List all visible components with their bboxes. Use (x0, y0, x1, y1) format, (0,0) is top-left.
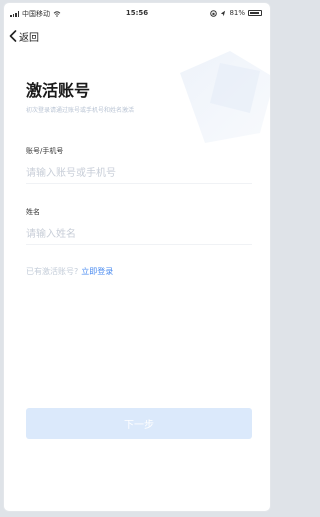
battery-icon (248, 10, 262, 16)
page-title: 激活账号 (26, 81, 91, 100)
status-right: 81% (210, 9, 262, 17)
activated-row: 已有激活账号? 立即登录 (26, 266, 113, 277)
name-input[interactable] (26, 225, 252, 245)
name-label: 姓名 (26, 208, 40, 216)
location-icon (221, 10, 226, 16)
activated-prompt: 已有激活账号? (26, 267, 79, 276)
status-bar: 中国移动 15:56 81% (4, 3, 270, 23)
back-label: 返回 (19, 32, 39, 44)
account-input[interactable] (26, 164, 252, 184)
login-link[interactable]: 立即登录 (81, 267, 113, 276)
nav-bar: 返回 (4, 25, 270, 47)
battery-percent: 81% (229, 9, 245, 17)
decorative-background (180, 51, 270, 143)
back-button[interactable]: 返回 (9, 27, 39, 45)
phone-screen: 中国移动 15:56 81% 返回 激活账号 初次登录请通过账号或手机号和姓名激… (3, 2, 271, 512)
orientation-lock-icon (210, 9, 218, 17)
page-subtitle: 初次登录请通过账号或手机号和姓名激活 (26, 107, 135, 114)
account-label: 账号/手机号 (26, 147, 64, 155)
next-button[interactable]: 下一步 (26, 408, 252, 439)
chevron-left-icon (9, 30, 17, 42)
